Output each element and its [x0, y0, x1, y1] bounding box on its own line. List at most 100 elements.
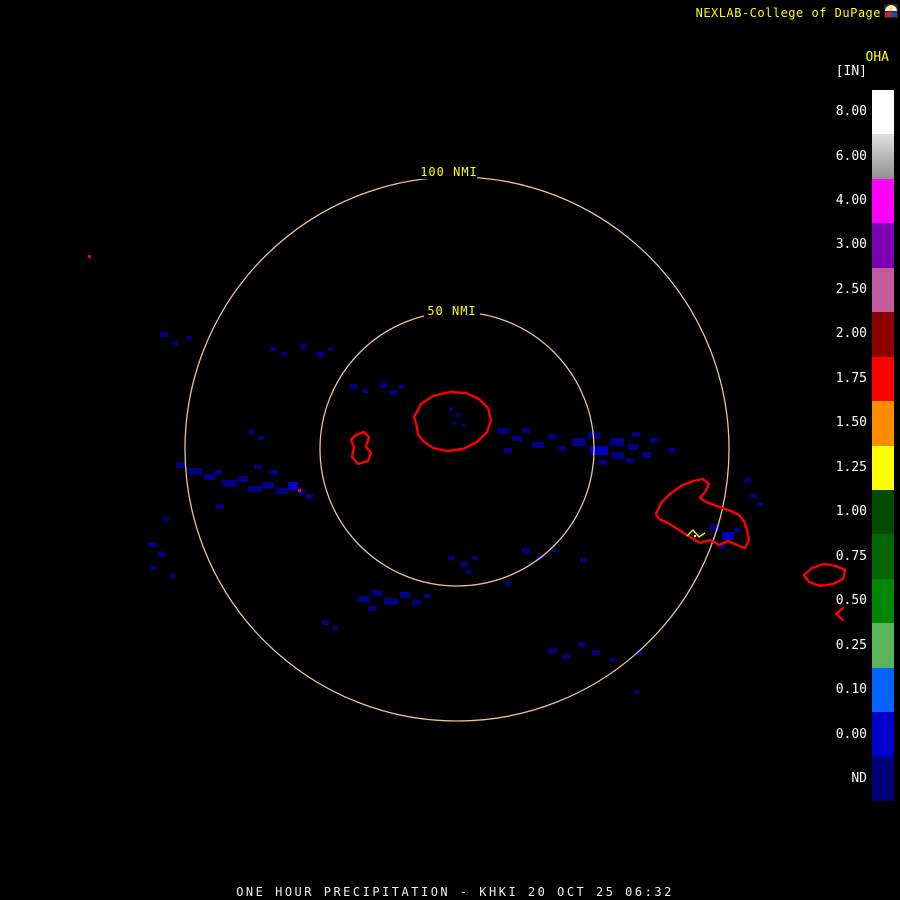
precip-echo: [276, 488, 288, 494]
precip-echo: [522, 428, 530, 433]
precip-echo: [332, 626, 338, 630]
precip-echo: [634, 690, 640, 694]
precip-echo: [372, 590, 382, 596]
precip-echo: [592, 650, 600, 655]
legend-value-1.50: 1.50: [835, 415, 867, 431]
legend-seg-4.00: [872, 178, 894, 224]
legend-value-2.50: 2.50: [835, 281, 867, 297]
legend-seg-1.75: [872, 356, 894, 402]
legend-seg-0.50: [872, 578, 894, 624]
precip-echo: [628, 444, 638, 450]
red-speck: [88, 255, 91, 258]
legend-seg-3.00: [872, 223, 894, 268]
precip-echo: [390, 390, 397, 395]
island-outline-molokai-tip: [834, 606, 845, 622]
legend-seg-ND: [872, 756, 894, 802]
precip-echo: [176, 462, 186, 468]
precip-echo: [449, 407, 453, 411]
ring-label: 50 NMI: [427, 304, 476, 318]
brand-text: NEXLAB-College of DuPage: [695, 6, 881, 20]
precip-echo: [328, 347, 334, 351]
precip-echo: [578, 642, 585, 647]
precip-echo: [512, 436, 522, 441]
precip-echo: [456, 413, 461, 417]
precip-echo: [412, 600, 421, 605]
precip-echo: [558, 446, 566, 451]
precip-echo: [248, 486, 262, 492]
precip-echo: [758, 502, 763, 506]
legend-value-0.00: 0.00: [835, 726, 867, 742]
precip-echo: [288, 482, 298, 490]
precip-echo: [254, 465, 261, 469]
legend-value-1.75: 1.75: [835, 370, 867, 386]
precip-echo: [222, 480, 238, 487]
legend-color-bar: [872, 89, 894, 802]
precip-echo: [448, 556, 455, 560]
precip-echo: [562, 654, 570, 659]
legend-units-label: [IN]: [835, 64, 867, 79]
legend-seg-8.00: [872, 89, 894, 135]
legend-value-0.10: 0.10: [835, 682, 867, 698]
precip-echo: [610, 658, 616, 662]
legend-seg-1.25: [872, 445, 894, 491]
precip-echo: [270, 347, 276, 351]
precip-echo: [316, 352, 324, 357]
legend-seg-0.10: [872, 667, 894, 713]
precip-echo: [258, 436, 264, 440]
legend-value-6.00: 6.00: [835, 148, 867, 164]
precip-echo: [186, 336, 191, 340]
precip-echo: [150, 566, 156, 570]
ring-label: 100 NMI: [420, 165, 478, 179]
precip-echo: [238, 476, 248, 482]
legend-value-3.00: 3.00: [835, 237, 867, 253]
precip-echo: [160, 332, 168, 337]
legend-value-4.00: 4.00: [835, 192, 867, 208]
precip-echo: [650, 438, 658, 443]
precip-echo: [172, 341, 178, 345]
legend-seg-0.00: [872, 712, 894, 757]
legend-value-1.25: 1.25: [835, 459, 867, 475]
precip-echo: [532, 442, 544, 448]
precip-echo: [668, 448, 675, 453]
legend-value-ND: ND: [851, 771, 867, 787]
precip-echo: [750, 494, 756, 498]
precip-echo: [262, 482, 274, 489]
precip-echo: [358, 596, 370, 602]
legend-seg-2.00: [872, 312, 894, 357]
precip-echo: [472, 556, 478, 560]
precip-echo: [452, 421, 456, 425]
cod-logo-icon: [884, 4, 898, 18]
product-title: ONE HOUR PRECIPITATION - KHKI 20 OCT 25 …: [236, 885, 674, 899]
precip-echo: [362, 389, 368, 393]
precip-echo: [380, 383, 388, 388]
precip-echo: [300, 344, 307, 349]
legend-seg-0.75: [872, 534, 894, 579]
precip-echo: [548, 648, 557, 653]
legend-seg-1.50: [872, 401, 894, 446]
precip-echo: [282, 352, 287, 356]
legend-seg-0.25: [872, 623, 894, 668]
precip-echo: [163, 517, 169, 521]
precip-echo: [642, 452, 651, 458]
precip-echo: [148, 542, 157, 547]
precip-echo: [590, 446, 608, 455]
radar-product: 100 NMI 50 NMI NEXLAB-College of DuPage O…: [0, 0, 900, 900]
precip-echo: [384, 598, 398, 605]
precip-echo: [460, 562, 468, 567]
precip-echo: [270, 470, 278, 475]
precip-echo: [612, 452, 624, 459]
precip-echo: [734, 528, 740, 532]
precip-echo: [610, 438, 624, 446]
legend-seg-6.00: [872, 134, 894, 179]
precip-echo: [744, 478, 751, 483]
legend-value-2.00: 2.00: [835, 326, 867, 342]
precip-echo: [350, 384, 357, 389]
legend-value-8.00: 8.00: [835, 104, 867, 120]
precip-echo: [399, 385, 404, 389]
legend-value-0.75: 0.75: [835, 548, 867, 564]
legend-seg-2.50: [872, 267, 894, 313]
precip-echo: [497, 428, 509, 434]
legend-value-1.00: 1.00: [835, 504, 867, 520]
precip-echo: [522, 548, 530, 553]
precip-echo: [400, 592, 410, 598]
